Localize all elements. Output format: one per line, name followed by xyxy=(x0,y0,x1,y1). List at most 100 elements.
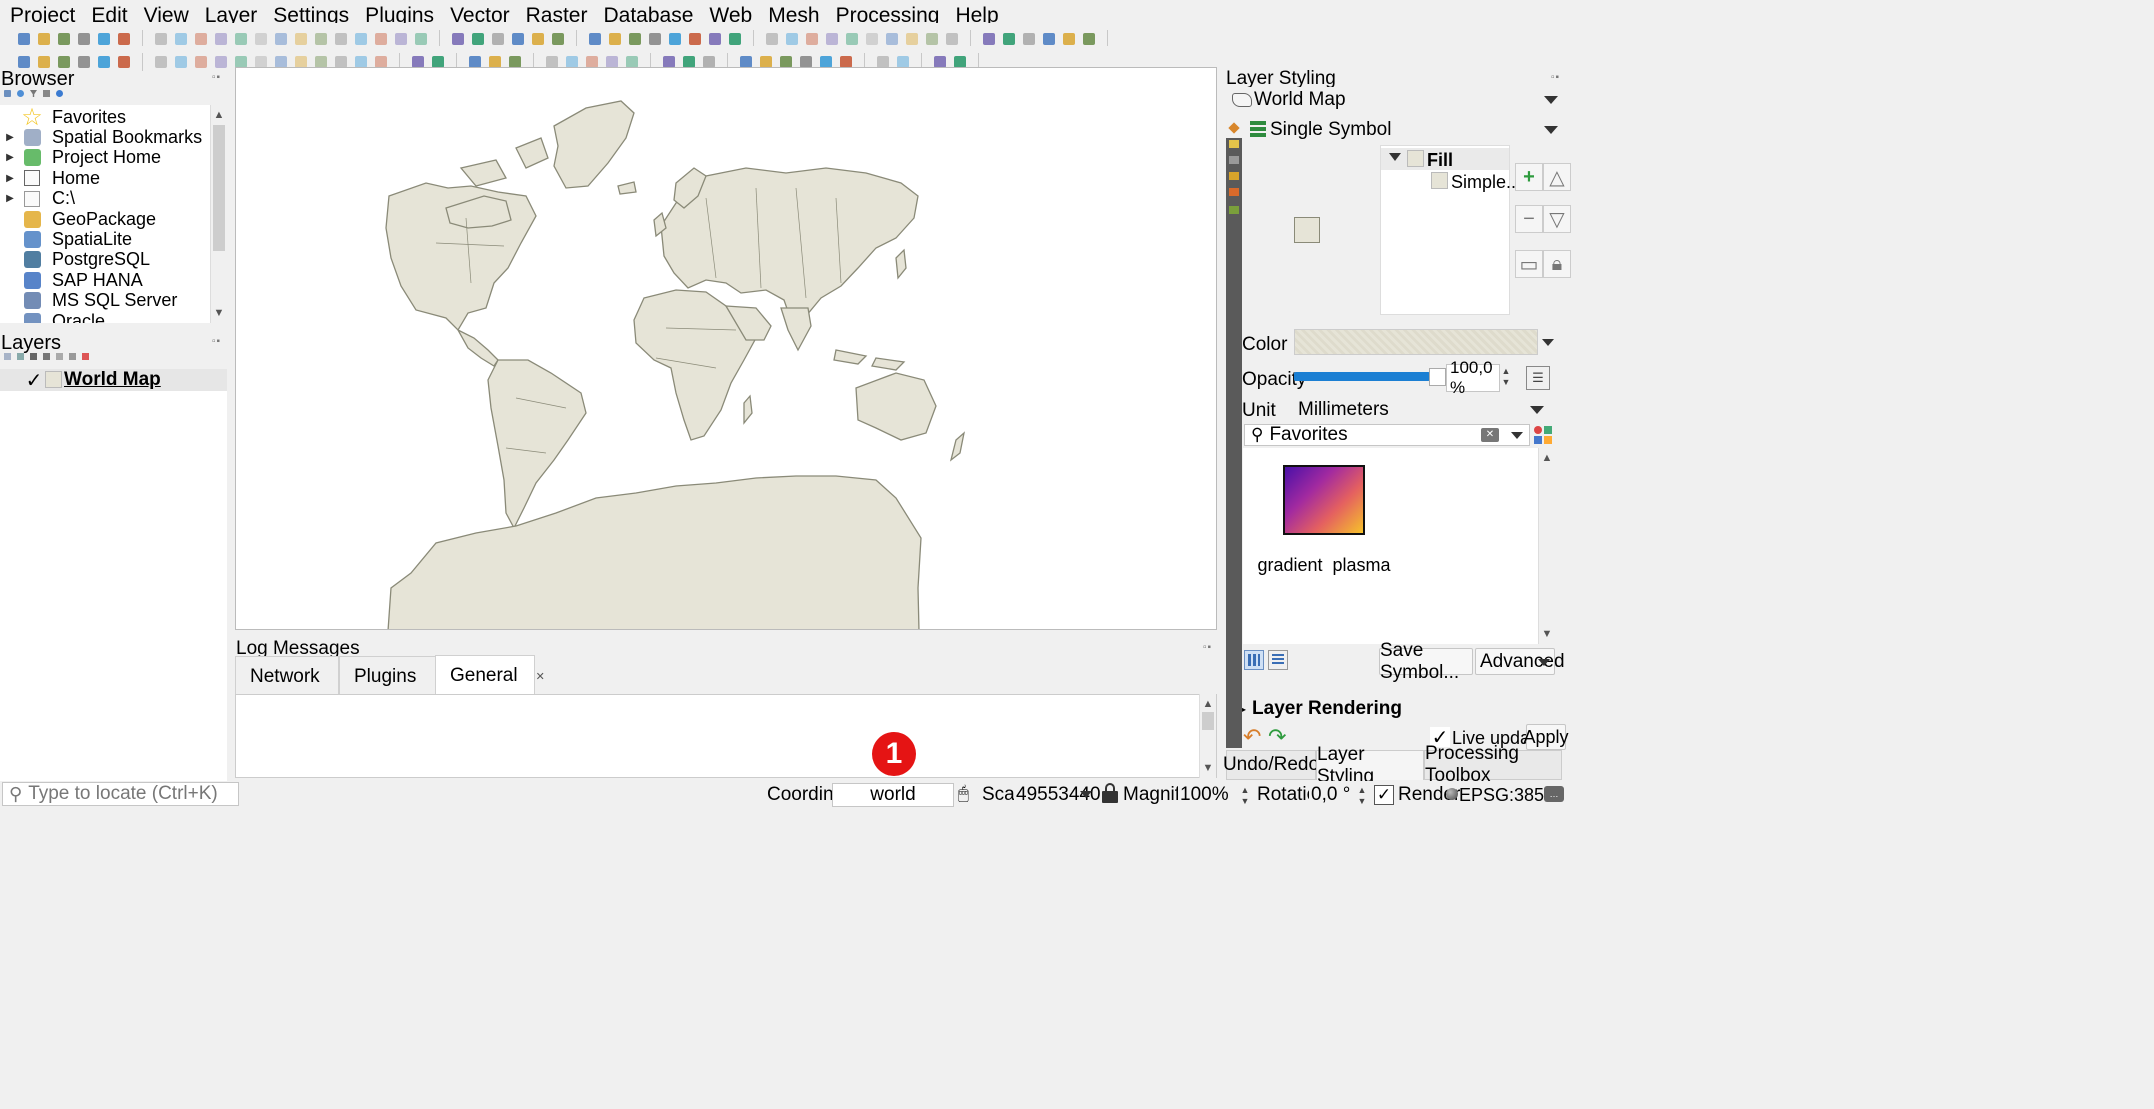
toolbar-tool-icon[interactable] xyxy=(195,55,207,68)
log-scrollbar[interactable]: ▲ ▼ xyxy=(1199,694,1216,778)
toolbar-tool-icon[interactable] xyxy=(983,32,995,45)
tab-undo-redo[interactable]: Undo/Redo xyxy=(1223,750,1319,780)
browser-item[interactable]: ▶ Spatial Bookmarks xyxy=(0,126,202,148)
rotation-spinbox[interactable]: 0,0 ° xyxy=(1309,783,1355,807)
toolbar-tool-icon[interactable] xyxy=(954,55,966,68)
toolbar-tool-icon[interactable] xyxy=(800,55,812,68)
opacity-slider-handle[interactable] xyxy=(1429,368,1446,386)
browser-item[interactable]: ☆ Favorites xyxy=(0,105,126,131)
scroll-down-arrow[interactable]: ▼ xyxy=(1539,624,1555,644)
toolbar-tool-icon[interactable] xyxy=(709,32,721,45)
tab-layer-styling[interactable]: Layer Styling xyxy=(1316,744,1424,787)
toolbar-tool-icon[interactable] xyxy=(663,55,675,68)
toolbar-tool-icon[interactable] xyxy=(786,32,798,45)
unit-combo[interactable]: Millimeters xyxy=(1292,399,1552,421)
toolbar-tool-icon[interactable] xyxy=(118,32,130,45)
toolbar-tool-icon[interactable] xyxy=(78,55,90,68)
toolbar-tool-icon[interactable] xyxy=(532,32,544,45)
globe-crs-icon[interactable] xyxy=(1446,788,1458,800)
magnifier-spin-arrows[interactable]: ▲ ▼ xyxy=(1238,785,1252,807)
save-symbol-button[interactable]: Save Symbol... xyxy=(1379,640,1473,683)
layer-select-combo[interactable]: World Map xyxy=(1226,87,1566,112)
gallery-scrollbar[interactable]: ▲ ▼ xyxy=(1538,448,1555,644)
browser-item[interactable]: SAP HANA xyxy=(0,269,143,291)
toolbar-tool-icon[interactable] xyxy=(335,55,347,68)
add-symbol-layer-button[interactable]: + xyxy=(1515,163,1543,191)
manage-themes-icon[interactable] xyxy=(30,353,37,360)
filter-icon[interactable] xyxy=(30,90,37,97)
layer-row-world-map[interactable]: ✓ World Map xyxy=(0,369,227,392)
toolbar-tool-icon[interactable] xyxy=(215,55,227,68)
list-view-button[interactable] xyxy=(1268,650,1288,670)
toolbar-tool-icon[interactable] xyxy=(886,32,898,45)
tab-plugins[interactable]: Plugins✕ xyxy=(339,656,444,696)
toolbar-tool-icon[interactable] xyxy=(155,55,167,68)
toolbar-tool-icon[interactable] xyxy=(58,55,70,68)
tab-network[interactable]: Network✕ xyxy=(235,656,347,696)
toolbar-tool-icon[interactable] xyxy=(566,55,578,68)
remove-layer-icon[interactable] xyxy=(82,353,89,360)
renderer-combo[interactable]: Single Symbol xyxy=(1244,117,1566,142)
toolbar-tool-icon[interactable] xyxy=(629,32,641,45)
tab-processing-toolbox[interactable]: Processing Toolbox xyxy=(1424,743,1562,786)
toolbar-tool-icon[interactable] xyxy=(760,55,772,68)
open-styling-icon[interactable] xyxy=(4,353,11,360)
toolbar-tool-icon[interactable] xyxy=(1083,32,1095,45)
toolbar-tool-icon[interactable] xyxy=(946,32,958,45)
toolbar-tool-icon[interactable] xyxy=(18,55,30,68)
toolbar-tool-icon[interactable] xyxy=(38,32,50,45)
toggle-extents-icon[interactable]: 🖱︎ xyxy=(958,783,978,805)
toolbar-tool-icon[interactable] xyxy=(175,55,187,68)
toolbar-tool-icon[interactable] xyxy=(546,55,558,68)
scroll-down-arrow[interactable]: ▼ xyxy=(211,303,227,323)
toolbar-tool-icon[interactable] xyxy=(649,32,661,45)
toolbar-tool-icon[interactable] xyxy=(669,32,681,45)
move-up-button[interactable]: △ xyxy=(1543,163,1571,191)
browser-item[interactable]: PostgreSQL xyxy=(0,249,150,271)
magnifier-spinbox[interactable]: 100% xyxy=(1178,783,1238,807)
expand-arrow-icon[interactable]: ▶ xyxy=(0,193,20,204)
layers-dock-buttons[interactable]: ▫▪ xyxy=(212,336,221,347)
toolbar-tool-icon[interactable] xyxy=(766,32,778,45)
scroll-thumb[interactable] xyxy=(1202,712,1214,730)
toolbar-tool-icon[interactable] xyxy=(1003,32,1015,45)
gradient-plasma-swatch[interactable] xyxy=(1283,465,1365,535)
browser-item[interactable]: ▶ C:\ xyxy=(0,188,75,210)
toolbar-tool-icon[interactable] xyxy=(335,32,347,45)
collapse-all-icon[interactable] xyxy=(43,90,50,97)
style-manager-icon[interactable] xyxy=(1533,425,1553,445)
scroll-up-arrow[interactable]: ▲ xyxy=(1200,694,1216,714)
toolbar-tool-icon[interactable] xyxy=(118,55,130,68)
toolbar-tool-icon[interactable] xyxy=(934,55,946,68)
toolbar-tool-icon[interactable] xyxy=(780,55,792,68)
expand-all-icon[interactable] xyxy=(56,353,63,360)
toolbar-tool-icon[interactable] xyxy=(552,32,564,45)
browser-scrollbar[interactable]: ▲ ▼ xyxy=(210,105,227,323)
toolbar-tool-icon[interactable] xyxy=(235,32,247,45)
redo-icon[interactable]: ↷ xyxy=(1268,726,1290,748)
move-down-button[interactable]: ▽ xyxy=(1543,205,1571,233)
history-tab-icon[interactable] xyxy=(1229,206,1239,214)
color-menu-arrow[interactable] xyxy=(1541,329,1555,355)
toolbar-tool-icon[interactable] xyxy=(826,32,838,45)
browser-dock-buttons[interactable]: ▫▪ xyxy=(212,72,221,83)
toolbar-tool-icon[interactable] xyxy=(472,32,484,45)
toolbar-tool-icon[interactable] xyxy=(275,32,287,45)
toolbar-tool-icon[interactable] xyxy=(609,32,621,45)
data-defined-override-icon[interactable]: ☰ xyxy=(1526,366,1550,390)
toolbar-tool-icon[interactable] xyxy=(412,55,424,68)
toolbar-tool-icon[interactable] xyxy=(1063,32,1075,45)
toolbar-tool-icon[interactable] xyxy=(355,55,367,68)
refresh-icon[interactable] xyxy=(17,90,24,97)
toolbar-tool-icon[interactable] xyxy=(195,32,207,45)
layer-rendering-section[interactable]: ▸ Layer Rendering xyxy=(1242,698,1402,720)
toolbar-tool-icon[interactable] xyxy=(489,55,501,68)
scroll-thumb[interactable] xyxy=(213,125,225,251)
toolbar-tool-icon[interactable] xyxy=(155,32,167,45)
browser-item[interactable]: ▶ Home xyxy=(0,167,100,189)
tab-general[interactable]: General ✕ xyxy=(435,655,545,696)
toolbar-tool-icon[interactable] xyxy=(1023,32,1035,45)
collapse-all-layers-icon[interactable] xyxy=(69,353,76,360)
search-dropdown-arrow[interactable] xyxy=(1511,432,1523,439)
3d-view-tab-icon[interactable] xyxy=(1229,172,1239,180)
